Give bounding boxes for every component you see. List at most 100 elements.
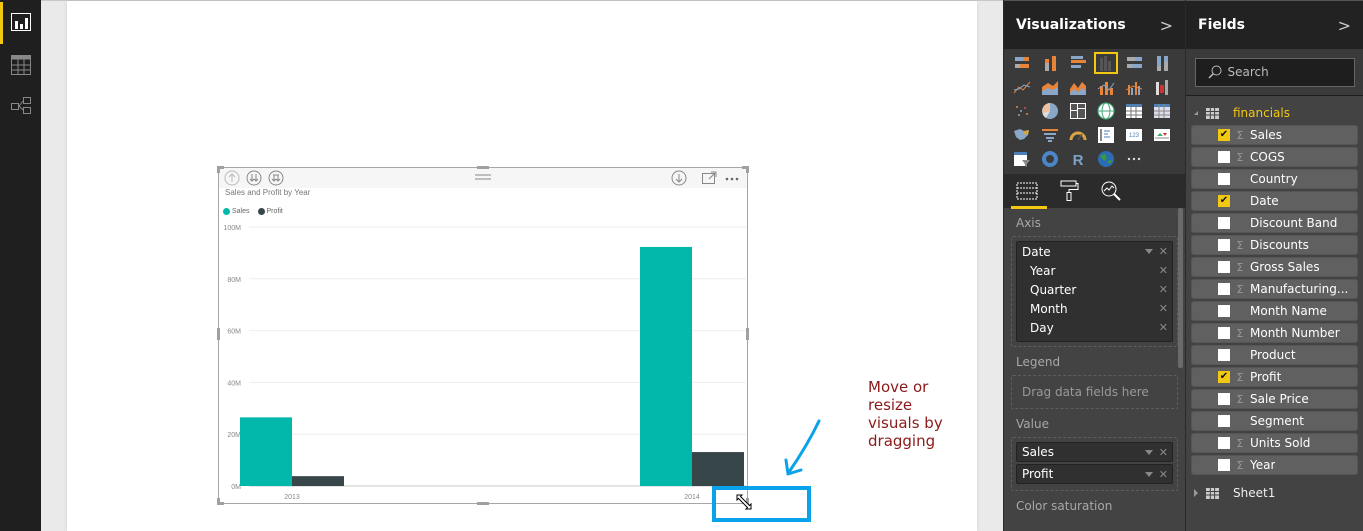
legend-well-drop-zone[interactable]: Drag data fields here: [1011, 375, 1178, 409]
viz-stacked-area-icon[interactable]: [1066, 76, 1090, 98]
viz-kpi-icon[interactable]: [1150, 124, 1174, 146]
remove-field-icon[interactable]: ✕: [1159, 446, 1168, 459]
field-item[interactable]: Σ Manufacturing...: [1191, 279, 1358, 299]
report-view-button[interactable]: [0, 2, 41, 44]
expand-triangle-closed-icon[interactable]: [1194, 489, 1198, 497]
field-table-financials[interactable]: financials: [1186, 101, 1363, 125]
resize-handle-top-left-v[interactable]: [217, 166, 220, 173]
checkbox-checked[interactable]: ✔: [1218, 195, 1230, 207]
bar-profit-2014[interactable]: [692, 452, 744, 486]
checkbox-unchecked[interactable]: [1218, 393, 1230, 405]
relationships-view-button[interactable]: [0, 86, 41, 126]
viz-pie-icon[interactable]: [1038, 100, 1062, 122]
field-item[interactable]: Country: [1191, 169, 1358, 189]
value-field-sales[interactable]: Sales ✕: [1016, 442, 1173, 462]
collapse-chevron-icon[interactable]: >: [1338, 16, 1351, 35]
resize-handle-top-right-v[interactable]: [746, 166, 749, 173]
remove-level-icon[interactable]: ✕: [1159, 321, 1168, 334]
checkbox-unchecked[interactable]: [1218, 173, 1230, 185]
viz-filled-map-icon[interactable]: [1010, 124, 1034, 146]
viz-more-icon[interactable]: [1122, 148, 1146, 170]
drill-down-icon[interactable]: [268, 170, 284, 186]
focus-mode-icon[interactable]: [701, 170, 717, 186]
expand-next-level-icon[interactable]: [246, 170, 262, 186]
viz-funnel-icon[interactable]: [1038, 124, 1062, 146]
field-item[interactable]: Σ Sale Price: [1191, 389, 1358, 409]
axis-hierarchy-level-quarter[interactable]: Quarter ✕: [1017, 280, 1172, 299]
field-item[interactable]: ✔ Σ Sales: [1191, 125, 1358, 145]
axis-hierarchy-level-month[interactable]: Month ✕: [1017, 299, 1172, 318]
viz-r-script-icon[interactable]: R: [1066, 148, 1090, 170]
viz-table-icon[interactable]: [1122, 100, 1146, 122]
legend-item-sales[interactable]: Sales: [223, 208, 250, 215]
field-item[interactable]: Σ COGS: [1191, 147, 1358, 167]
viz-clustered-column-icon[interactable]: [1094, 52, 1118, 74]
fields-tab[interactable]: [1011, 178, 1047, 209]
viz-line-and-stacked-column-icon[interactable]: [1094, 76, 1118, 98]
viz-area-icon[interactable]: [1038, 76, 1062, 98]
viz-multi-row-card-icon[interactable]: [1094, 124, 1118, 146]
viz-scatter-icon[interactable]: [1010, 100, 1034, 122]
viz-line-and-clustered-column-icon[interactable]: [1122, 76, 1146, 98]
fields-search-box[interactable]: [1194, 57, 1355, 87]
value-well-drop-zone[interactable]: Sales ✕ Profit ✕: [1011, 437, 1178, 491]
checkbox-unchecked[interactable]: [1218, 283, 1230, 295]
clustered-column-chart-visual[interactable]: Sales and Profit by Year Sales Profit 0M…: [217, 166, 749, 505]
field-item[interactable]: ✔ Σ Profit: [1191, 367, 1358, 387]
format-tab[interactable]: [1056, 178, 1082, 204]
resize-handle-top[interactable]: [477, 166, 489, 169]
viz-matrix-icon[interactable]: [1150, 100, 1174, 122]
field-item[interactable]: Discount Band: [1191, 213, 1358, 233]
viz-line-icon[interactable]: [1010, 76, 1034, 98]
viz-stacked-bar-icon[interactable]: [1010, 52, 1034, 74]
viz-slicer-icon[interactable]: [1010, 148, 1034, 170]
report-page[interactable]: Sales and Profit by Year Sales Profit 0M…: [67, 1, 977, 531]
axis-field-date-header[interactable]: Date ✕: [1017, 242, 1172, 261]
checkbox-unchecked[interactable]: [1218, 305, 1230, 317]
remove-level-icon[interactable]: ✕: [1159, 302, 1168, 315]
remove-level-icon[interactable]: ✕: [1159, 264, 1168, 277]
data-view-button[interactable]: [0, 45, 41, 85]
checkbox-unchecked[interactable]: [1218, 327, 1230, 339]
field-item[interactable]: Σ Gross Sales: [1191, 257, 1358, 277]
value-field-profit[interactable]: Profit ✕: [1016, 464, 1173, 484]
checkbox-unchecked[interactable]: [1218, 437, 1230, 449]
field-item[interactable]: Segment: [1191, 411, 1358, 431]
collapse-chevron-icon[interactable]: >: [1160, 16, 1173, 35]
viz-clustered-bar-icon[interactable]: [1066, 52, 1090, 74]
bar-sales-2013[interactable]: [240, 417, 292, 486]
checkbox-unchecked[interactable]: [1218, 261, 1230, 273]
viz-100-stacked-bar-icon[interactable]: [1122, 52, 1146, 74]
checkbox-unchecked[interactable]: [1218, 349, 1230, 361]
field-item[interactable]: Σ Discounts: [1191, 235, 1358, 255]
checkbox-unchecked[interactable]: [1218, 151, 1230, 163]
analytics-tab[interactable]: [1098, 178, 1124, 204]
bar-profit-2013[interactable]: [292, 476, 344, 486]
dropdown-caret-icon[interactable]: [1144, 249, 1153, 254]
viz-donut-icon[interactable]: [1038, 148, 1062, 170]
remove-field-icon[interactable]: ✕: [1159, 468, 1168, 481]
field-item[interactable]: Month Name: [1191, 301, 1358, 321]
checkbox-unchecked[interactable]: [1218, 415, 1230, 427]
field-item[interactable]: ✔ Date: [1191, 191, 1358, 211]
fields-search-input[interactable]: [1227, 65, 1348, 79]
dropdown-caret-icon[interactable]: [1144, 471, 1153, 477]
legend-item-profit[interactable]: Profit: [257, 208, 283, 215]
viz-stacked-column-icon[interactable]: [1038, 52, 1062, 74]
field-table-sheet1[interactable]: Sheet1: [1186, 481, 1363, 505]
viz-card-icon[interactable]: 123: [1122, 124, 1146, 146]
field-item[interactable]: Σ Units Sold: [1191, 433, 1358, 453]
drag-handle-icon[interactable]: [475, 173, 491, 181]
axis-well-drop-zone[interactable]: Date ✕ Year ✕ Quarter ✕ Month ✕ Day ✕: [1011, 236, 1178, 347]
axis-hierarchy-level-year[interactable]: Year ✕: [1017, 261, 1172, 280]
viz-ribbon-icon[interactable]: [1150, 76, 1174, 98]
expand-triangle-open-icon[interactable]: [1194, 111, 1198, 115]
remove-field-icon[interactable]: ✕: [1159, 245, 1168, 258]
checkbox-unchecked[interactable]: [1218, 239, 1230, 251]
drill-mode-icon[interactable]: [671, 170, 687, 186]
axis-field-date[interactable]: Date ✕ Year ✕ Quarter ✕ Month ✕ Day ✕: [1016, 241, 1173, 342]
checkbox-unchecked[interactable]: [1218, 217, 1230, 229]
checkbox-checked[interactable]: ✔: [1218, 371, 1230, 383]
visualizations-scrollbar[interactable]: [1178, 208, 1183, 368]
field-item[interactable]: Σ Month Number: [1191, 323, 1358, 343]
